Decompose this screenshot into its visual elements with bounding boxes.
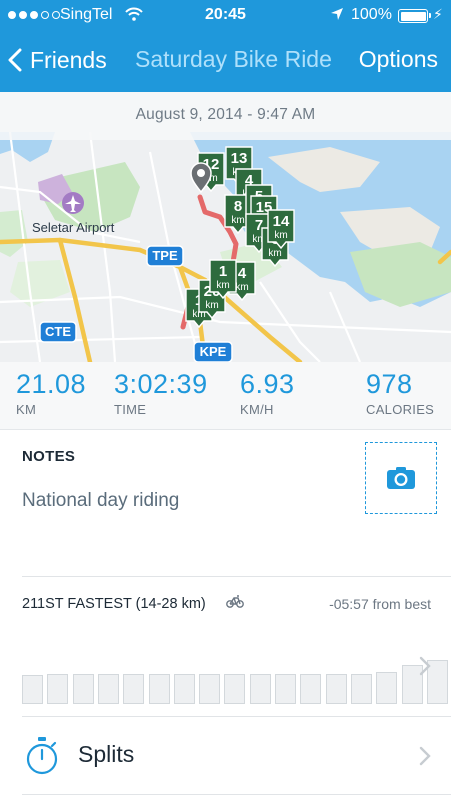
stat-distance: 21.08 KM xyxy=(16,368,86,417)
km-marker: 14km xyxy=(267,209,295,250)
location-arrow-icon xyxy=(331,8,343,20)
bike-icon xyxy=(226,595,244,608)
stopwatch-icon xyxy=(26,737,58,775)
airplane-icon xyxy=(62,192,84,214)
route-map[interactable]: Seletar Airport TPE CTE KPE 12km13km4km8… xyxy=(0,92,451,362)
battery-icon xyxy=(398,9,431,23)
km-marker-unit: km xyxy=(274,230,287,241)
road-badge-kpe: KPE xyxy=(193,341,233,362)
km-marker-unit: km xyxy=(268,248,281,259)
divider xyxy=(22,794,451,795)
notes-text[interactable]: National day riding xyxy=(22,490,179,512)
stat-calories-value: 978 xyxy=(366,369,413,399)
svg-text:TPE: TPE xyxy=(152,248,178,263)
stat-time-value: 3:02:39 xyxy=(114,369,208,399)
status-bar: SingTel 20:45 100% ⚡ xyxy=(0,0,451,30)
km-marker-unit: km xyxy=(235,282,248,293)
battery-percent: 100% xyxy=(351,6,392,23)
stat-speed-label: KM/H xyxy=(240,402,274,417)
road-badge-tpe: TPE xyxy=(146,245,184,267)
stat-speed-value: 6.93 xyxy=(240,369,295,399)
segment-bar xyxy=(22,675,43,704)
stat-time: 3:02:39 TIME xyxy=(114,368,208,417)
segment-bar xyxy=(300,674,322,704)
divider xyxy=(22,576,451,577)
road-badge-cte: CTE xyxy=(39,321,77,343)
stat-distance-value: 21.08 xyxy=(16,369,87,399)
add-photo-button[interactable] xyxy=(365,442,437,514)
stat-calories-label: CALORIES xyxy=(366,402,435,417)
back-button-label: Friends xyxy=(30,46,107,73)
chevron-right-icon[interactable] xyxy=(418,656,432,676)
segment-bar xyxy=(376,672,398,704)
camera-icon xyxy=(387,467,415,489)
segment-bar xyxy=(275,674,296,704)
km-marker-unit: km xyxy=(205,300,218,311)
km-marker-unit: km xyxy=(231,215,244,226)
km-marker-number: 4 xyxy=(238,265,247,282)
segment-title: 211ST FASTEST (14-28 km) xyxy=(22,596,206,612)
map-label-airport: Seletar Airport xyxy=(32,220,115,235)
svg-text:KPE: KPE xyxy=(200,344,227,359)
charging-icon: ⚡ xyxy=(433,6,443,22)
splits-label: Splits xyxy=(78,741,135,767)
km-marker-number: 14 xyxy=(273,213,290,230)
notes-heading: NOTES xyxy=(22,448,76,465)
stat-time-label: TIME xyxy=(114,402,147,417)
km-marker-number: 1 xyxy=(219,263,227,280)
segment-bar xyxy=(173,674,195,704)
stat-speed: 6.93 KM/H xyxy=(240,368,295,417)
segment-history-bars[interactable] xyxy=(22,620,448,704)
segment-best-delta: -05:57 from best xyxy=(329,596,431,612)
page-title: Saturday Bike Ride xyxy=(135,46,332,72)
stat-calories: 978 CALORIES xyxy=(366,368,434,417)
segment-bar xyxy=(350,674,372,704)
segment-bar xyxy=(325,674,347,704)
segment-bar xyxy=(47,674,69,704)
stats-bar: 21.08 KM 3:02:39 TIME 6.93 KM/H 978 CALO… xyxy=(0,362,451,430)
splits-row[interactable]: Splits xyxy=(0,718,451,794)
km-marker: 1km xyxy=(209,259,237,300)
activity-date: August 9, 2014 - 9:47 AM xyxy=(0,92,451,140)
divider xyxy=(22,716,451,717)
svg-text:CTE: CTE xyxy=(45,324,71,339)
options-button[interactable]: Options xyxy=(359,46,438,73)
km-marker-number: 8 xyxy=(234,198,242,215)
segment-bar xyxy=(97,674,119,704)
chevron-right-icon xyxy=(419,746,431,766)
navigation-bar: Friends Saturday Bike Ride Options xyxy=(0,30,451,90)
km-marker-number: 13 xyxy=(231,150,248,167)
segment-bar xyxy=(72,674,94,704)
km-marker-unit: km xyxy=(216,280,229,291)
segment-bar xyxy=(148,674,170,704)
segment-bar xyxy=(199,674,221,704)
top-bar: SingTel 20:45 100% ⚡ Friends Saturday Bi… xyxy=(0,0,451,92)
back-chevron-icon xyxy=(8,48,22,72)
segment-bar xyxy=(224,674,246,704)
segment-bar xyxy=(249,674,271,704)
segment-bar xyxy=(123,674,145,704)
stat-distance-label: KM xyxy=(16,402,37,417)
back-button[interactable]: Friends xyxy=(8,40,107,80)
